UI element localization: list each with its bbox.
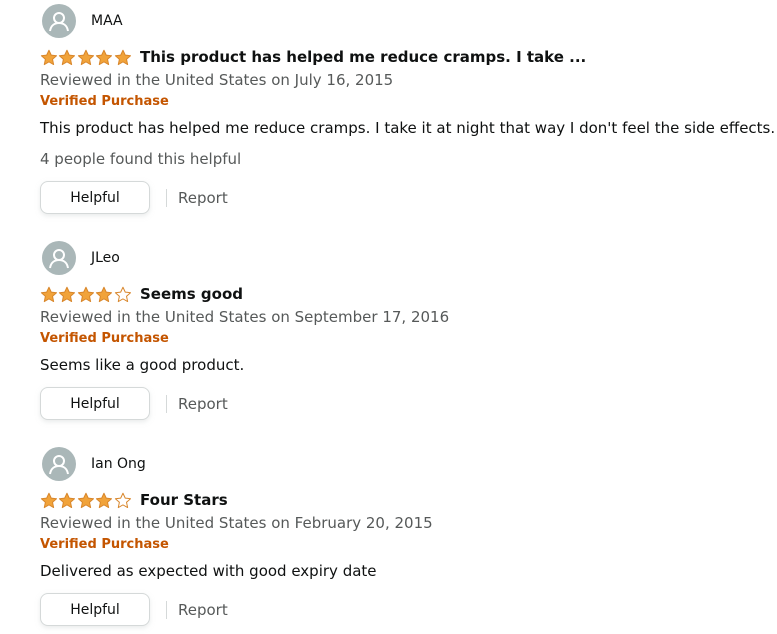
reviewer-name[interactable]: MAA [91,13,123,29]
star-rating[interactable] [40,492,132,509]
review-title-row: Seems good [40,283,760,305]
star-filled-icon [59,49,76,65]
helpful-button[interactable]: Helpful [40,593,150,626]
helpful-button[interactable]: Helpful [40,387,150,420]
helpful-button[interactable]: Helpful [40,181,150,214]
review-card: MAA This product has helped me reduce cr… [40,4,776,215]
avatar-icon [42,447,76,481]
divider [166,394,167,413]
report-link[interactable]: Report [178,189,228,207]
star-filled-icon [40,492,58,508]
review-card: Ian Ong Four Stars Reviewed in the Unite… [40,447,760,627]
review-actions: Helpful Report [40,180,760,215]
review-actions: Helpful Report [40,386,760,421]
reviewer-profile[interactable]: JLeo [40,241,760,275]
verified-purchase-badge: Verified Purchase [40,94,169,109]
review-title[interactable]: This product has helped me reduce cramps… [140,48,586,66]
star-filled-icon [77,286,94,302]
star-empty-icon [114,492,131,508]
review-title-row: This product has helped me reduce cramps… [40,46,760,68]
star-rating[interactable] [40,49,132,66]
star-filled-icon [77,492,94,508]
review-card: JLeo Seems good Reviewed in the United S… [40,241,760,421]
star-filled-icon [114,49,131,65]
star-filled-icon [77,49,94,65]
review-date: Reviewed in the United States on Februar… [40,514,433,532]
review-body: Delivered as expected with good expiry d… [40,562,377,580]
review-body: This product has helped me reduce cramps… [40,119,776,137]
report-link[interactable]: Report [178,395,228,413]
report-link[interactable]: Report [178,601,228,619]
divider [166,600,167,619]
review-body: Seems like a good product. [40,356,245,374]
reviewer-profile[interactable]: Ian Ong [40,447,760,481]
reviewer-profile[interactable]: MAA [40,4,760,38]
star-rating[interactable] [40,286,132,303]
star-filled-icon [40,49,58,65]
verified-purchase-badge: Verified Purchase [40,537,169,552]
star-empty-icon [114,286,131,302]
review-date: Reviewed in the United States on Septemb… [40,308,450,326]
review-title[interactable]: Seems good [140,285,243,303]
star-filled-icon [40,286,58,302]
avatar-icon [42,4,76,38]
star-filled-icon [59,286,76,302]
review-date: Reviewed in the United States on July 16… [40,71,394,89]
verified-purchase-badge: Verified Purchase [40,331,169,346]
reviewer-name[interactable]: JLeo [91,250,120,266]
helpful-count: 4 people found this helpful [40,150,242,168]
star-filled-icon [59,492,76,508]
review-title-row: Four Stars [40,489,760,511]
avatar-icon [42,241,76,275]
star-filled-icon [96,49,113,65]
reviewer-name[interactable]: Ian Ong [91,456,146,472]
star-filled-icon [96,492,113,508]
divider [166,188,167,207]
review-title[interactable]: Four Stars [140,491,228,509]
review-actions: Helpful Report [40,592,760,627]
star-filled-icon [96,286,113,302]
